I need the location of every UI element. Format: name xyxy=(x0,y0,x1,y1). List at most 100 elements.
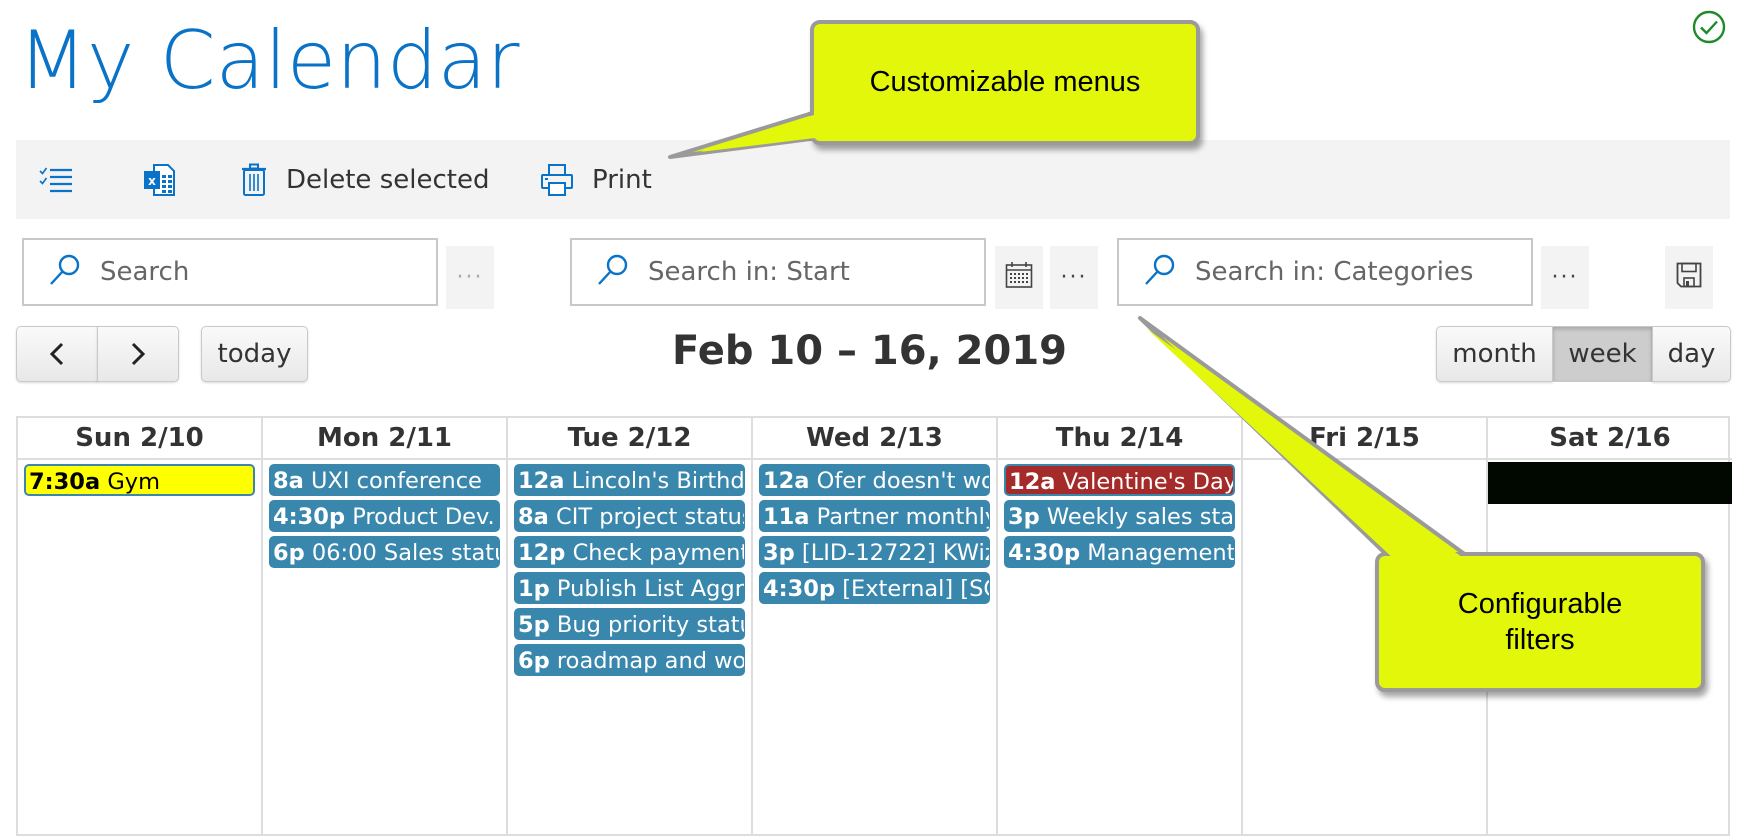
configurable-filters-callout: Configurable filters xyxy=(1375,552,1705,692)
search-icon xyxy=(596,253,630,291)
delete-selected-label: Delete selected xyxy=(286,164,490,195)
calendar-event[interactable] xyxy=(1488,462,1732,504)
day-header: Wed 2/13 xyxy=(753,418,996,460)
calendar-event[interactable]: 6p roadmap and worl xyxy=(514,644,745,676)
calendar-event[interactable]: 6p 06:00 Sales status xyxy=(269,536,500,568)
search-icon xyxy=(48,253,82,291)
day-header: Mon 2/11 xyxy=(263,418,506,460)
event-title: Valentine's Day xyxy=(1062,469,1235,495)
delete-selected-button[interactable]: Delete selected xyxy=(240,140,489,219)
search-input[interactable] xyxy=(98,256,436,288)
save-filters-button[interactable] xyxy=(1665,246,1713,309)
prev-week-button[interactable] xyxy=(16,326,98,382)
printer-icon xyxy=(540,163,574,197)
export-excel-button[interactable]: x xyxy=(142,140,176,219)
view-day-button[interactable]: day xyxy=(1652,326,1731,382)
event-title: Bug priority status xyxy=(556,612,745,638)
search-more-button[interactable]: ··· xyxy=(446,246,494,309)
print-button[interactable]: Print xyxy=(540,140,652,219)
calendar-event[interactable]: 4:30p [External] [SC-0 xyxy=(759,572,990,604)
event-time: 6p xyxy=(273,540,305,566)
day-column[interactable]: Thu 2/14 12a Valentine's Day 3p Weekly sal… xyxy=(998,418,1243,834)
day-header: Thu 2/14 xyxy=(998,418,1241,460)
command-toolbar: x Delete selected Print xyxy=(16,140,1730,219)
customizable-menus-callout: Customizable menus xyxy=(810,20,1200,145)
save-icon xyxy=(1676,262,1702,294)
categories-filter-input[interactable] xyxy=(1193,256,1531,288)
event-title: Weekly sales statu xyxy=(1046,504,1235,530)
categories-filter-more-button[interactable]: ··· xyxy=(1541,246,1589,309)
event-time: 8a xyxy=(273,468,304,494)
event-time: 4:30p xyxy=(273,504,346,530)
event-time: 11a xyxy=(763,504,810,530)
event-time: 1p xyxy=(518,576,550,602)
event-title: Ofer doesn't work xyxy=(816,468,989,494)
calendar-event[interactable]: 8a CIT project status - xyxy=(514,500,745,532)
event-title: [LID-12722] KWizC xyxy=(801,540,989,566)
event-title: Partner monthly u xyxy=(816,504,990,530)
calendar-event[interactable]: 12a Lincoln's Birthday xyxy=(514,464,745,496)
calendar-event[interactable]: 3p [LID-12722] KWizC xyxy=(759,536,990,568)
event-title: 06:00 Sales status xyxy=(311,540,500,566)
start-filter-input[interactable] xyxy=(646,256,984,288)
day-column[interactable]: Mon 2/11 8a UXI conference 4:30p Product D… xyxy=(263,418,508,834)
search-icon xyxy=(1143,253,1177,291)
calendar-event[interactable]: 12a Valentine's Day xyxy=(1004,464,1235,496)
check-circle-icon xyxy=(1692,10,1726,44)
event-title: CIT project status - xyxy=(556,504,744,530)
calendar-event[interactable]: 12p Check payment S xyxy=(514,536,745,568)
next-week-button[interactable] xyxy=(97,326,179,382)
date-range-text: Feb 10 – 16, 2019 xyxy=(671,328,1068,374)
day-header: Sun 2/10 xyxy=(18,418,261,460)
start-filter-more-button[interactable]: ··· xyxy=(1050,246,1098,309)
calendar-event[interactable]: 3p Weekly sales statu xyxy=(1004,500,1235,532)
calendar-event[interactable]: 8a UXI conference xyxy=(269,464,500,496)
calendar-event[interactable]: 5p Bug priority status xyxy=(514,608,745,640)
event-title: Product Dev. St xyxy=(352,504,499,530)
svg-text:x: x xyxy=(148,174,156,188)
event-title: Publish List Aggreg xyxy=(556,576,744,602)
day-header: Fri 2/15 xyxy=(1243,418,1486,460)
view-month-button[interactable]: month xyxy=(1436,326,1553,382)
callout-filters-line2: filters xyxy=(1505,624,1575,656)
event-time: 4:30p xyxy=(1008,540,1081,566)
event-time: 6p xyxy=(518,648,550,674)
event-title: [External] [SC-0 xyxy=(842,576,989,602)
calendar-event[interactable]: 11a Partner monthly u xyxy=(759,500,990,532)
calendar-event[interactable]: 12a Ofer doesn't work xyxy=(759,464,990,496)
print-label: Print xyxy=(592,164,652,195)
calendar-event[interactable]: 1p Publish List Aggreg xyxy=(514,572,745,604)
date-picker-button[interactable] xyxy=(995,246,1043,309)
event-time: 3p xyxy=(1008,504,1040,530)
calendar-event[interactable]: 4:30p Product Dev. St xyxy=(269,500,500,532)
day-column[interactable]: Sun 2/10 7:30a Gym xyxy=(18,418,263,834)
chevron-right-icon xyxy=(131,342,146,366)
day-column[interactable]: Tue 2/12 12a Lincoln's Birthday 8a CIT pro… xyxy=(508,418,753,834)
day-header: Sat 2/16 xyxy=(1488,418,1732,460)
event-time: 12a xyxy=(518,468,565,494)
start-filter-field xyxy=(570,238,986,306)
today-button[interactable]: today xyxy=(201,326,308,382)
event-title: roadmap and worl xyxy=(556,648,745,674)
view-week-button[interactable]: week xyxy=(1552,326,1653,382)
checklist-icon xyxy=(38,166,74,194)
calendar-event[interactable]: 7:30a Gym xyxy=(24,464,255,496)
event-time: 12a xyxy=(763,468,810,494)
event-time: 8a xyxy=(518,504,549,530)
excel-export-icon: x xyxy=(142,163,176,197)
event-title: UXI conference xyxy=(311,468,482,494)
day-column[interactable]: Wed 2/1312a Ofer doesn't work11a Partner… xyxy=(753,418,998,834)
search-field xyxy=(22,238,438,306)
event-time: 12p xyxy=(518,540,566,566)
event-time: 7:30a xyxy=(29,469,101,495)
calendar-event[interactable]: 4:30p Management st xyxy=(1004,536,1235,568)
trash-icon xyxy=(240,163,268,197)
select-items-button[interactable] xyxy=(38,140,74,219)
page-title: My Calendar xyxy=(18,14,520,107)
callout-filters-line1: Configurable xyxy=(1457,588,1623,620)
event-time: 5p xyxy=(518,612,550,638)
event-time: 12a xyxy=(1009,469,1056,495)
event-title: Lincoln's Birthday xyxy=(571,468,745,494)
event-time: 3p xyxy=(763,540,795,566)
event-title: Gym xyxy=(107,469,160,495)
